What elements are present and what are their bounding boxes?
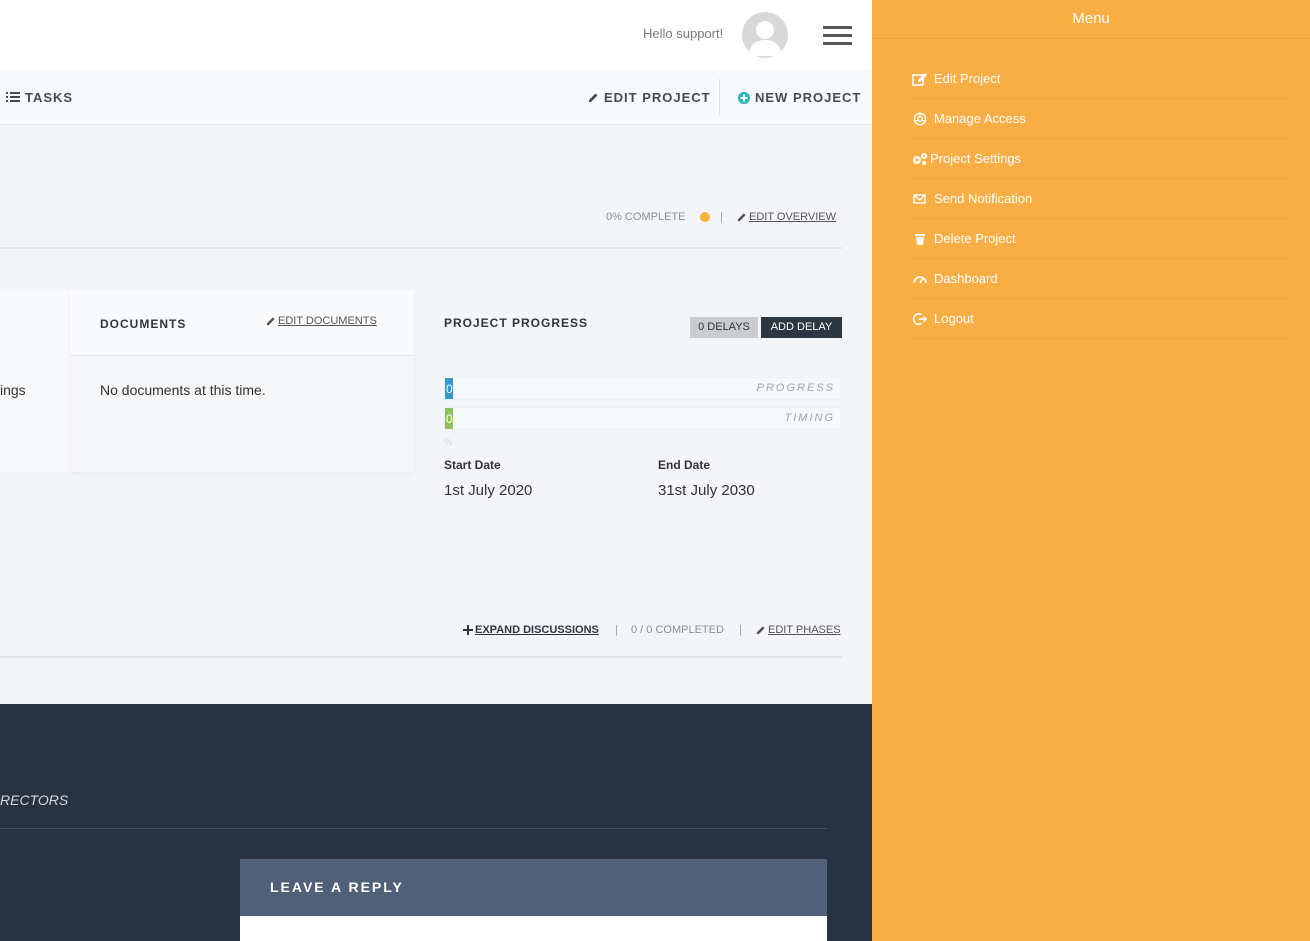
timing-bar: 0 TIMING bbox=[444, 407, 842, 430]
expand-discussions-label: EXPAND DISCUSSIONS bbox=[475, 624, 599, 636]
action-divider bbox=[719, 79, 720, 115]
end-date-label: End Date bbox=[658, 458, 711, 472]
menu-item-send-notification[interactable]: Send Notification bbox=[912, 179, 1292, 219]
new-project-button[interactable]: NEW PROJECT bbox=[738, 90, 861, 105]
pencil-icon bbox=[737, 213, 746, 222]
separator: | bbox=[739, 624, 742, 636]
expand-discussions-link[interactable]: EXPAND DISCUSSIONS bbox=[463, 624, 599, 636]
progress-bar: 0 PROGRESS bbox=[444, 377, 842, 400]
plus-circle-icon bbox=[738, 91, 750, 104]
menu-title: Menu bbox=[872, 0, 1310, 39]
percent-mark: % bbox=[444, 437, 453, 447]
menu-item-project-settings[interactable]: Project Settings bbox=[912, 139, 1292, 179]
progress-label: PROGRESS bbox=[756, 382, 835, 394]
menu-item-manage-access[interactable]: Manage Access bbox=[912, 99, 1292, 139]
edit-phases-label: EDIT PHASES bbox=[768, 624, 841, 636]
tasks-icon bbox=[6, 92, 20, 102]
separator: | bbox=[615, 624, 618, 636]
edit-documents-link[interactable]: EDIT DOCUMENTS bbox=[266, 315, 377, 327]
completion-percent: 0% COMPLETE bbox=[606, 211, 686, 223]
delays-badge[interactable]: 0 DELAYS bbox=[690, 317, 758, 338]
hamburger-menu-icon[interactable] bbox=[823, 26, 852, 45]
envelope-icon bbox=[913, 193, 926, 204]
tasks-label: TASKS bbox=[25, 90, 74, 105]
add-delay-button[interactable]: ADD DELAY bbox=[761, 317, 842, 338]
menu-item-label: Project Settings bbox=[930, 151, 1022, 166]
directors-heading: RECTORS bbox=[0, 792, 69, 808]
documents-card: DOCUMENTS EDIT DOCUMENTS No documents at… bbox=[70, 290, 414, 472]
documents-empty-text: No documents at this time. bbox=[100, 382, 266, 398]
plus-icon bbox=[463, 625, 473, 635]
edit-project-label: EDIT PROJECT bbox=[604, 90, 711, 105]
greeting-text: Hello support! bbox=[643, 26, 724, 41]
project-progress-title: PROJECT PROGRESS bbox=[444, 316, 589, 330]
left-panel: ings bbox=[0, 290, 70, 472]
phases-row: EXPAND DISCUSSIONS | 0 / 0 COMPLETED | E… bbox=[0, 620, 842, 658]
timing-label: TIMING bbox=[784, 412, 835, 424]
tasks-button[interactable]: TASKS bbox=[6, 90, 73, 105]
menu-item-dashboard[interactable]: Dashboard bbox=[912, 259, 1292, 299]
documents-header: DOCUMENTS EDIT DOCUMENTS bbox=[70, 290, 414, 356]
separator: | bbox=[720, 211, 723, 223]
trash-icon bbox=[915, 233, 925, 245]
overview-status-row: 0% COMPLETE | EDIT OVERVIEW bbox=[0, 205, 842, 249]
edit-overview-link[interactable]: EDIT OVERVIEW bbox=[737, 211, 836, 223]
avatar-silhouette-icon bbox=[748, 21, 782, 56]
documents-title: DOCUMENTS bbox=[100, 317, 187, 331]
project-action-bar: TASKS EDIT PROJECT NEW PROJECT bbox=[0, 69, 872, 125]
gears-icon bbox=[913, 152, 927, 165]
section-divider bbox=[0, 828, 827, 829]
logout-icon bbox=[912, 312, 928, 325]
menu-item-logout[interactable]: Logout bbox=[912, 299, 1292, 339]
gauge-icon bbox=[913, 275, 927, 283]
menu-item-label: Manage Access bbox=[934, 111, 1026, 126]
reply-form bbox=[240, 916, 827, 941]
progress-value: 0 bbox=[446, 382, 453, 396]
leave-reply-header: LEAVE A REPLY bbox=[240, 859, 827, 916]
discussion-section: RECTORS LEAVE A REPLY bbox=[0, 704, 872, 941]
pencil-icon bbox=[589, 93, 598, 102]
side-menu: Menu Edit Project Manage Access Project … bbox=[872, 0, 1310, 941]
left-panel-text: ings bbox=[0, 382, 26, 398]
top-header: Hello support! bbox=[0, 0, 872, 69]
menu-item-delete-project[interactable]: Delete Project bbox=[912, 219, 1292, 259]
pencil-icon bbox=[266, 317, 275, 326]
phases-completed: 0 / 0 COMPLETED bbox=[631, 624, 724, 636]
menu-item-label: Edit Project bbox=[934, 71, 1001, 86]
start-date-label: Start Date bbox=[444, 458, 501, 472]
access-icon bbox=[913, 112, 927, 125]
edit-documents-label: EDIT DOCUMENTS bbox=[278, 315, 377, 327]
edit-overview-label: EDIT OVERVIEW bbox=[749, 211, 837, 223]
menu-item-label: Delete Project bbox=[934, 231, 1016, 246]
edit-phases-link[interactable]: EDIT PHASES bbox=[756, 624, 841, 636]
timing-value: 0 bbox=[446, 412, 453, 426]
menu-item-label: Dashboard bbox=[934, 271, 998, 286]
user-avatar[interactable] bbox=[742, 12, 788, 58]
edit-icon bbox=[912, 72, 927, 86]
end-date-value: 31st July 2030 bbox=[658, 482, 755, 499]
menu-item-label: Logout bbox=[934, 311, 974, 326]
new-project-label: NEW PROJECT bbox=[755, 90, 862, 105]
status-dot bbox=[700, 212, 710, 222]
edit-project-button[interactable]: EDIT PROJECT bbox=[588, 90, 711, 105]
start-date-value: 1st July 2020 bbox=[444, 482, 533, 499]
pencil-icon bbox=[756, 626, 765, 635]
menu-item-edit-project[interactable]: Edit Project bbox=[912, 59, 1292, 99]
leave-reply-title: LEAVE A REPLY bbox=[270, 879, 404, 895]
menu-item-label: Send Notification bbox=[934, 191, 1033, 206]
